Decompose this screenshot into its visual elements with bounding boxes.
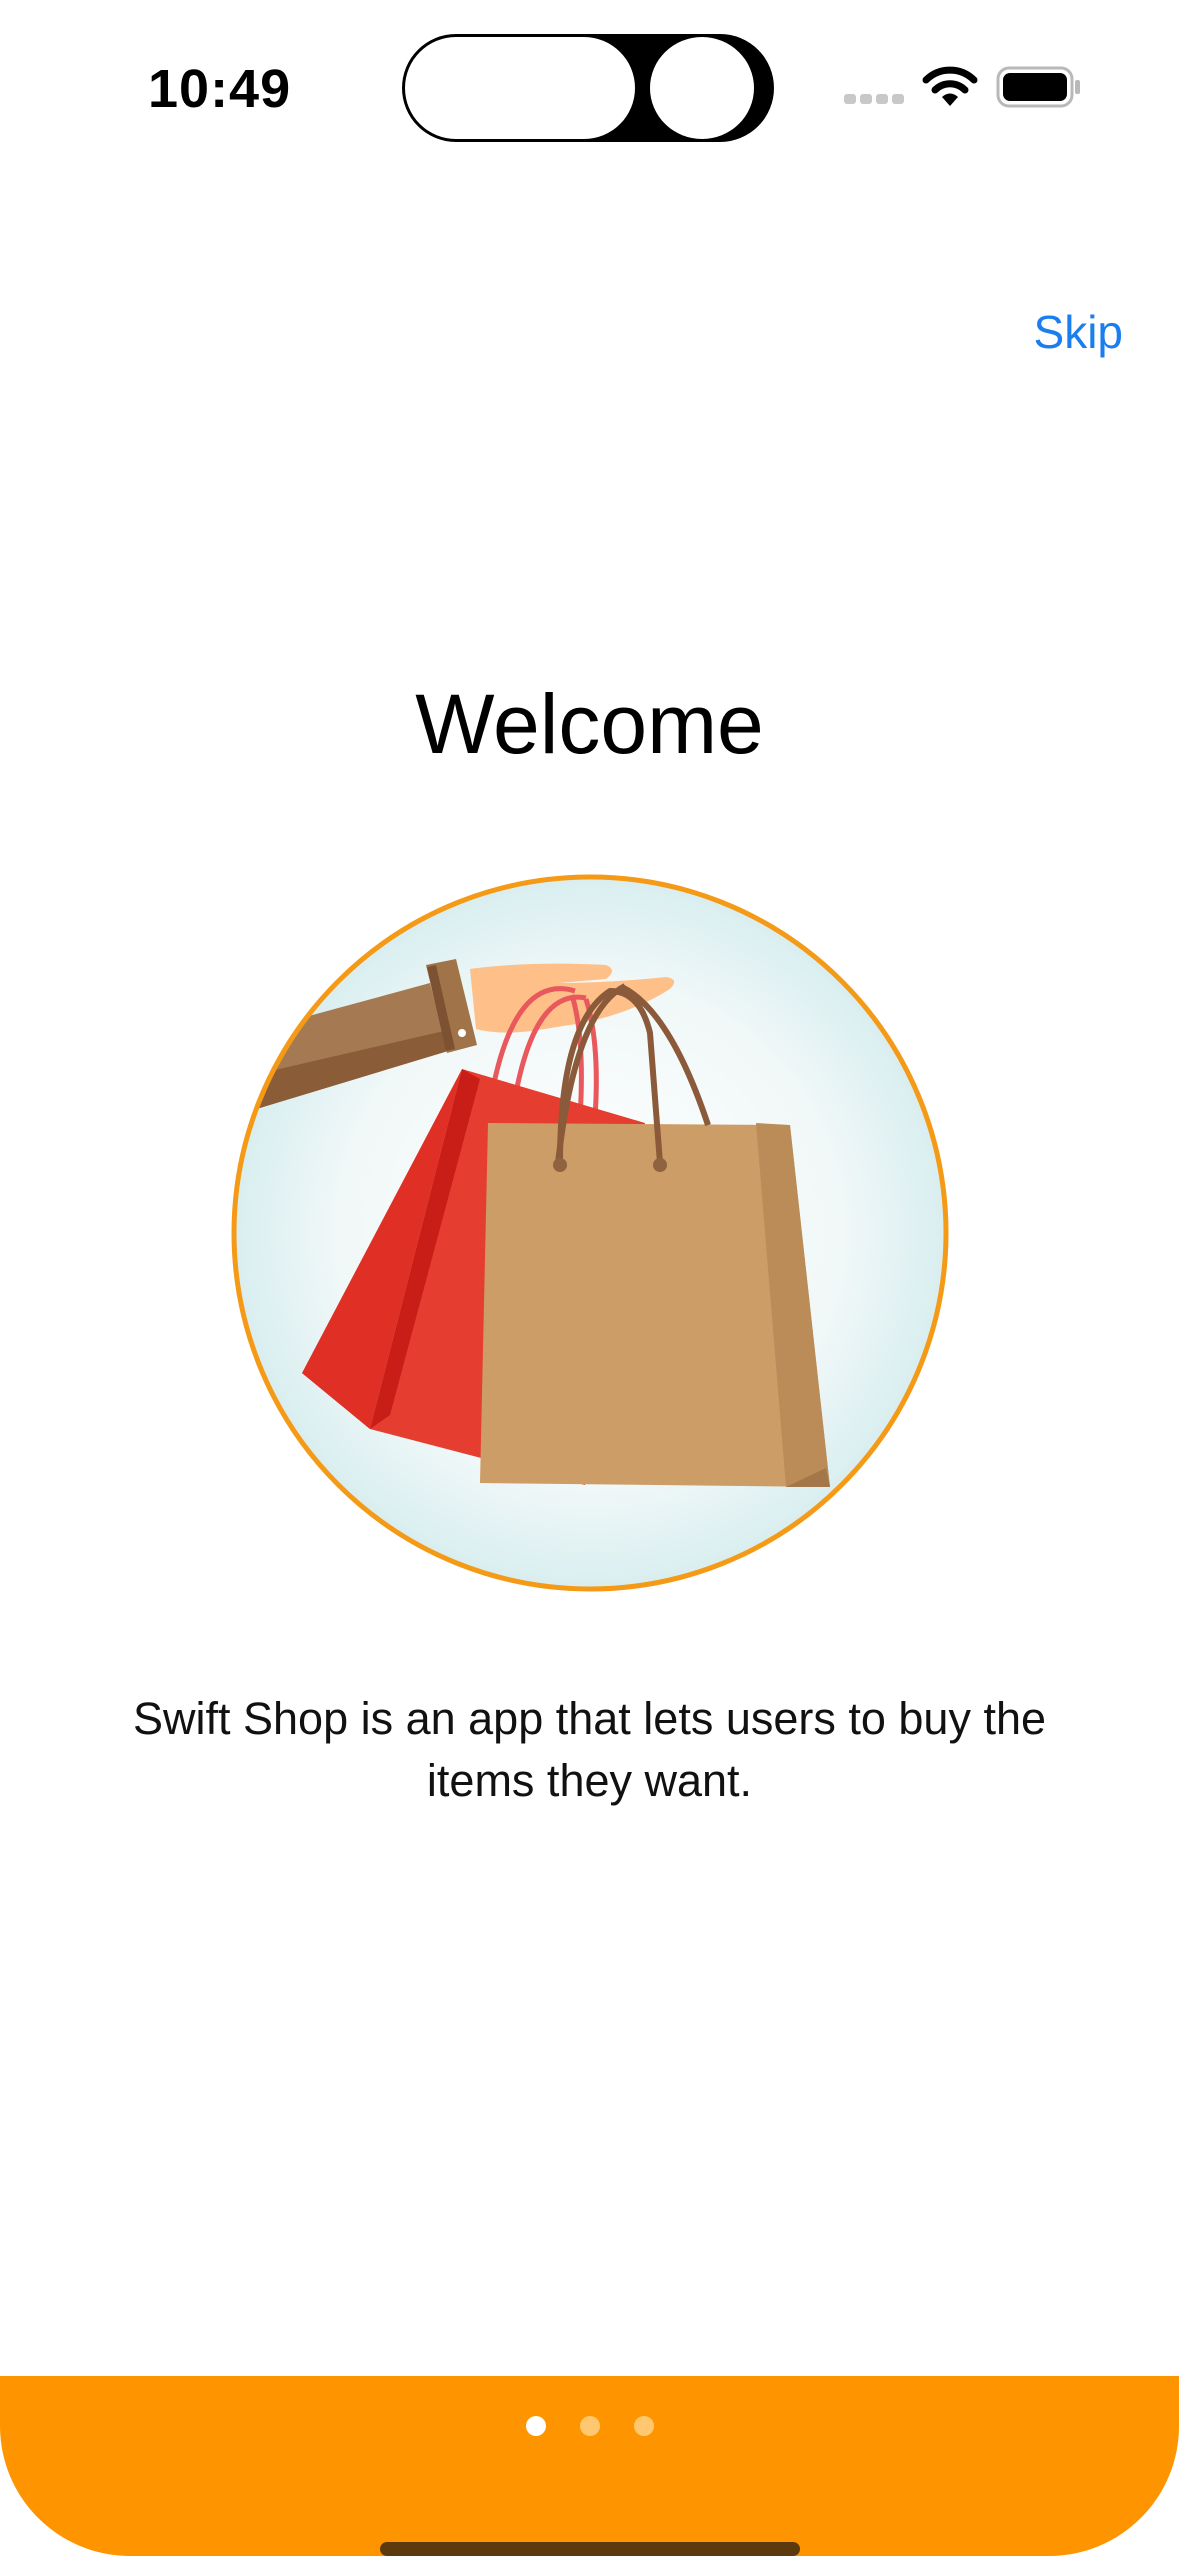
wifi-icon [922,66,978,106]
bottom-panel [0,2376,1179,2556]
battery-icon [996,66,1080,108]
page-dot-3[interactable] [633,2416,654,2436]
shopping-bags-illustration [231,874,949,1592]
page-dot-2[interactable] [579,2416,600,2436]
page-title: Welcome [415,677,764,771]
home-indicator[interactable] [380,2542,800,2556]
onboarding-description: Swift Shop is an app that lets users to … [132,1693,1047,1806]
page-indicator[interactable] [0,2416,1179,2436]
cellular-signal-icon [844,94,904,104]
page-dot-1[interactable] [525,2416,546,2436]
skip-button[interactable]: Skip [1034,305,1123,359]
status-time: 10:49 [148,59,292,119]
status-bar: 10:49 [0,0,1179,180]
dynamic-island [402,34,774,142]
